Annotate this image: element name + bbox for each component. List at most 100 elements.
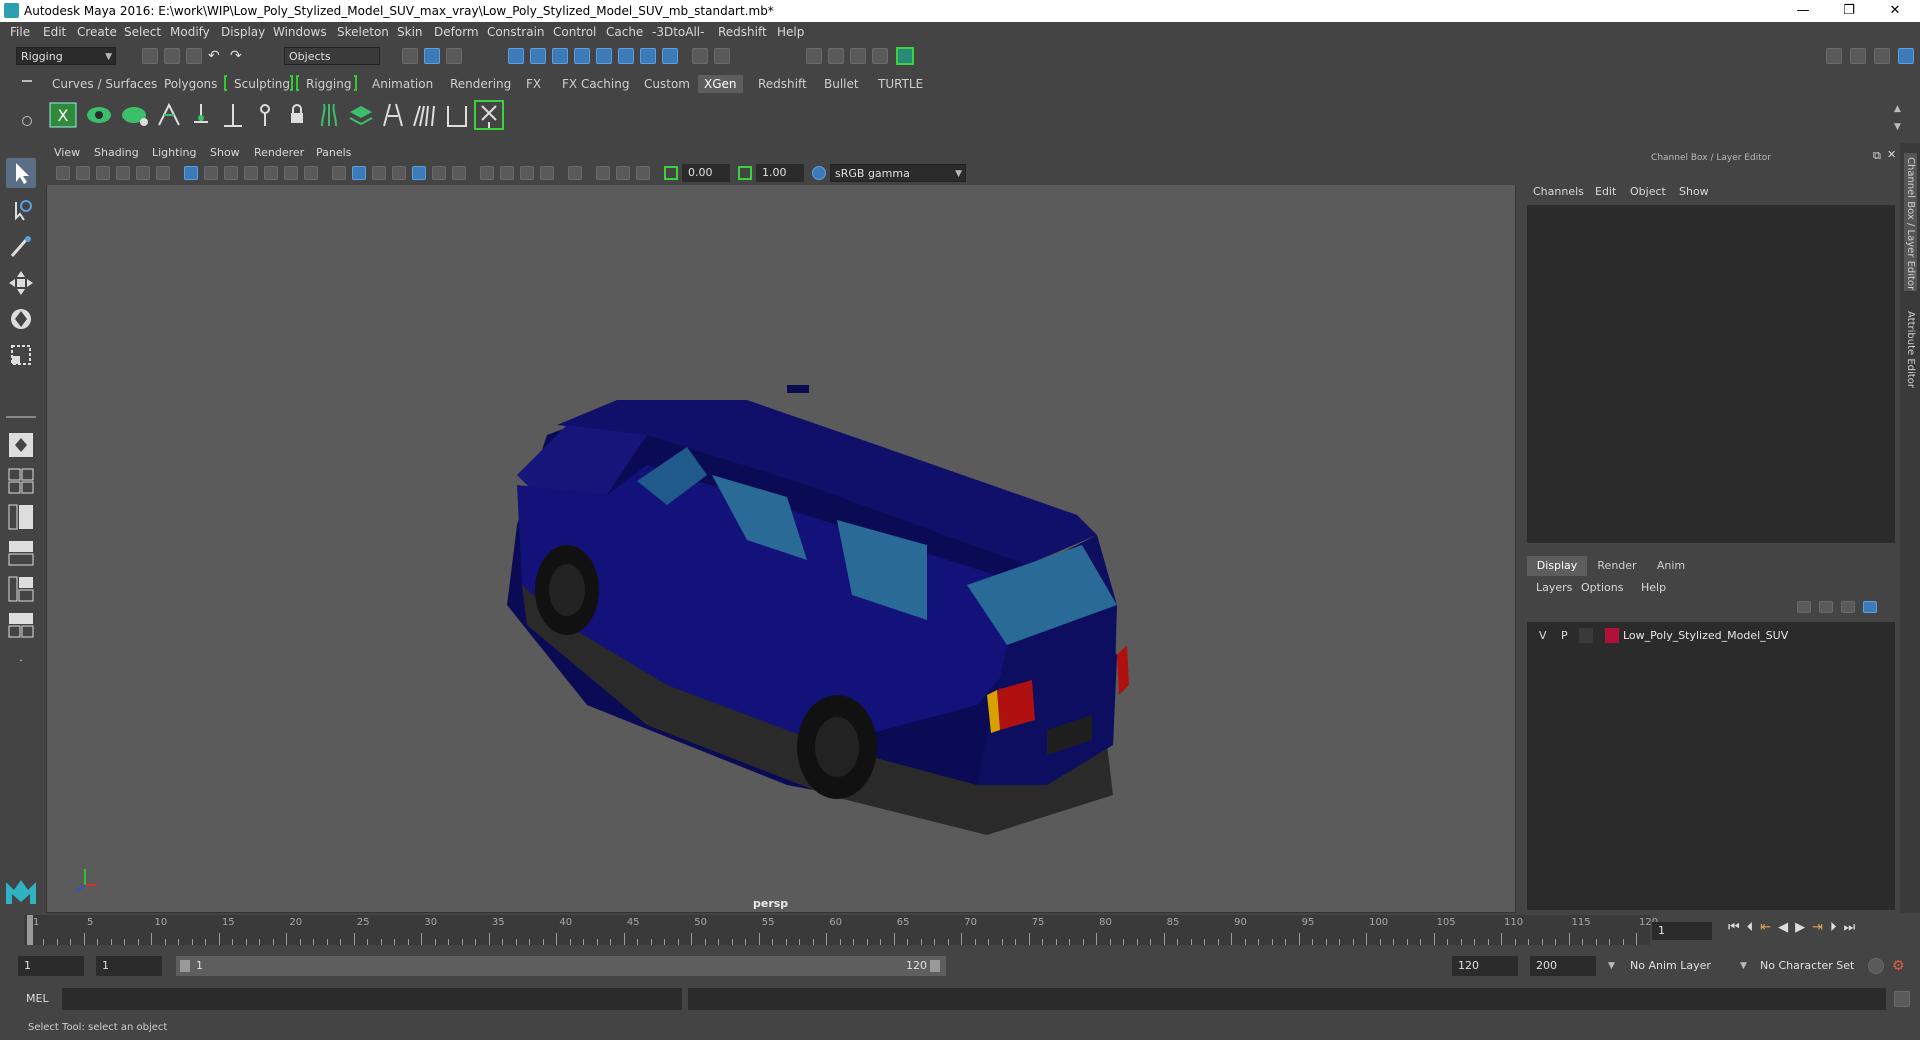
layer-visibility-toggle[interactable]: V xyxy=(1539,629,1547,642)
default-material-icon[interactable] xyxy=(372,166,386,180)
shelf-tab-curves[interactable]: Curves / Surfaces xyxy=(46,75,163,93)
gamma-icon[interactable] xyxy=(738,166,752,180)
layer-menu-options[interactable]: Options xyxy=(1581,581,1623,594)
select-by-object-icon[interactable] xyxy=(424,48,440,64)
snap-point-icon[interactable] xyxy=(552,48,568,64)
shelf-tab-turtle[interactable]: TURTLE xyxy=(872,75,929,93)
xgen-editor-icon[interactable]: X xyxy=(48,100,78,130)
single-perspective-layout-icon[interactable] xyxy=(6,430,36,460)
play-forward-icon[interactable]: ▶ xyxy=(1795,920,1812,935)
layer-menu-layers[interactable]: Layers xyxy=(1536,581,1572,594)
move-layer-down-icon[interactable] xyxy=(1819,601,1833,613)
range-start-handle[interactable] xyxy=(180,960,190,972)
anim-end-field[interactable]: 200 xyxy=(1530,956,1596,976)
perspective-graph-layout-icon[interactable] xyxy=(6,538,36,568)
anim-preferences-icon[interactable]: ⚙ xyxy=(1892,958,1908,974)
move-tool-icon[interactable] xyxy=(6,268,36,298)
open-scene-icon[interactable] xyxy=(164,48,180,64)
safe-action-icon[interactable] xyxy=(284,166,298,180)
xgen-groom-icon[interactable] xyxy=(410,100,440,130)
xgen-guides-to-curves-icon[interactable] xyxy=(314,100,344,130)
smooth-shade-icon[interactable] xyxy=(352,166,366,180)
menu-constrain[interactable]: Constrain xyxy=(487,25,545,39)
snap-uv-icon[interactable] xyxy=(640,48,656,64)
ipr-render-icon[interactable] xyxy=(850,48,866,64)
scale-tool-icon[interactable] xyxy=(6,340,36,370)
gamma-field[interactable]: 1.00 xyxy=(756,164,804,182)
shelf-tab-rigging[interactable]: Rigging xyxy=(300,75,357,93)
bookmark-icon[interactable] xyxy=(96,166,110,180)
wireframe-on-shaded-icon[interactable] xyxy=(392,166,406,180)
lasso-tool-icon[interactable] xyxy=(6,196,36,226)
menu-cache[interactable]: Cache xyxy=(606,25,643,39)
grease-pencil-icon[interactable] xyxy=(156,166,170,180)
use-all-lights-icon[interactable] xyxy=(432,166,446,180)
shelf-menu-icon[interactable] xyxy=(22,80,32,82)
layer-tab-render[interactable]: Render xyxy=(1589,556,1645,576)
undo-icon[interactable]: ↶ xyxy=(208,48,224,64)
layer-type-toggle[interactable] xyxy=(1579,628,1593,643)
camera-select-icon[interactable] xyxy=(56,166,70,180)
two-d-pan-icon[interactable] xyxy=(136,166,150,180)
anim-start-field[interactable]: 1 xyxy=(96,956,162,976)
xgen-add-guides-icon[interactable] xyxy=(154,100,184,130)
layer-name[interactable]: Low_Poly_Stylized_Model_SUV xyxy=(1623,629,1788,642)
viewport-menu-panels[interactable]: Panels xyxy=(316,146,351,159)
menu-display[interactable]: Display xyxy=(221,25,265,39)
grid-icon[interactable] xyxy=(184,166,198,180)
channelbox-menu-edit[interactable]: Edit xyxy=(1595,185,1616,198)
textured-icon[interactable] xyxy=(412,166,426,180)
start-time-field[interactable]: 1 xyxy=(18,956,84,976)
menu-skeleton[interactable]: Skeleton xyxy=(337,25,389,39)
snap-live-icon[interactable] xyxy=(596,48,612,64)
workspace-icon[interactable] xyxy=(1826,48,1842,64)
close-button[interactable]: ✕ xyxy=(1872,0,1918,22)
channelbox-menu-channels[interactable]: Channels xyxy=(1533,185,1584,198)
xray-icon[interactable] xyxy=(596,166,610,180)
render-view-icon[interactable] xyxy=(806,48,822,64)
symmetry-icon[interactable] xyxy=(662,48,678,64)
snap-curve-icon[interactable] xyxy=(530,48,546,64)
character-set-dropdown[interactable]: ▼ No Character Set xyxy=(1740,956,1864,976)
lock-icon[interactable] xyxy=(692,48,708,64)
snap-view-plane-icon[interactable] xyxy=(574,48,590,64)
viewport-menu-show[interactable]: Show xyxy=(210,146,240,159)
colorspace-dropdown[interactable]: sRGB gamma ▼ xyxy=(830,164,966,182)
current-frame-field[interactable]: 1 xyxy=(1652,922,1712,940)
suv-model[interactable] xyxy=(47,185,1515,912)
script-editor-icon[interactable] xyxy=(1894,991,1910,1007)
xgen-lock-guides-icon[interactable] xyxy=(282,100,312,130)
toggle-tool-settings-icon[interactable] xyxy=(1874,48,1890,64)
shelf-tab-animation[interactable]: Animation xyxy=(366,75,439,93)
snap-grid-icon[interactable] xyxy=(508,48,524,64)
layer-color-swatch[interactable] xyxy=(1605,628,1619,643)
xgen-sculpt-guides-icon[interactable] xyxy=(186,100,216,130)
gate-mask-icon[interactable] xyxy=(244,166,258,180)
side-tab-channel-box[interactable]: Channel Box / Layer Editor xyxy=(1904,153,1917,291)
viewport-canvas[interactable]: persp xyxy=(47,185,1515,912)
outliner-layout-icon[interactable] xyxy=(6,610,36,640)
range-end-handle[interactable] xyxy=(930,960,940,972)
toggle-channel-box-icon[interactable] xyxy=(1898,48,1914,64)
exposure-icon[interactable] xyxy=(664,166,678,180)
shelf-tab-fx-caching[interactable]: FX Caching xyxy=(556,75,635,93)
step-forward-frame-icon[interactable]: ⏵ xyxy=(1830,920,1844,935)
xray-joints-icon[interactable] xyxy=(616,166,630,180)
select-by-hierarchy-icon[interactable] xyxy=(402,48,418,64)
menu-windows[interactable]: Windows xyxy=(273,25,327,39)
four-view-layout-icon[interactable] xyxy=(6,466,36,496)
layer-playback-toggle[interactable]: P xyxy=(1561,629,1568,642)
layer-tab-display[interactable]: Display xyxy=(1527,556,1587,576)
anti-aliasing-icon[interactable] xyxy=(520,166,534,180)
xray-components-icon[interactable] xyxy=(636,166,650,180)
xgen-guide-length-icon[interactable] xyxy=(218,100,248,130)
auto-key-icon[interactable] xyxy=(1868,958,1884,974)
anim-layer-dropdown[interactable]: ▼ No Anim Layer xyxy=(1608,956,1738,976)
panel-float-icon[interactable]: ⧉ xyxy=(1873,149,1881,163)
shelf-settings-icon[interactable] xyxy=(22,116,32,126)
viewport-menu-renderer[interactable]: Renderer xyxy=(254,146,304,159)
shelf-tab-custom[interactable]: Custom xyxy=(638,75,696,93)
resolution-gate-icon[interactable] xyxy=(224,166,238,180)
xgen-collision-icon[interactable] xyxy=(442,100,472,130)
menu-skin[interactable]: Skin xyxy=(397,25,423,39)
